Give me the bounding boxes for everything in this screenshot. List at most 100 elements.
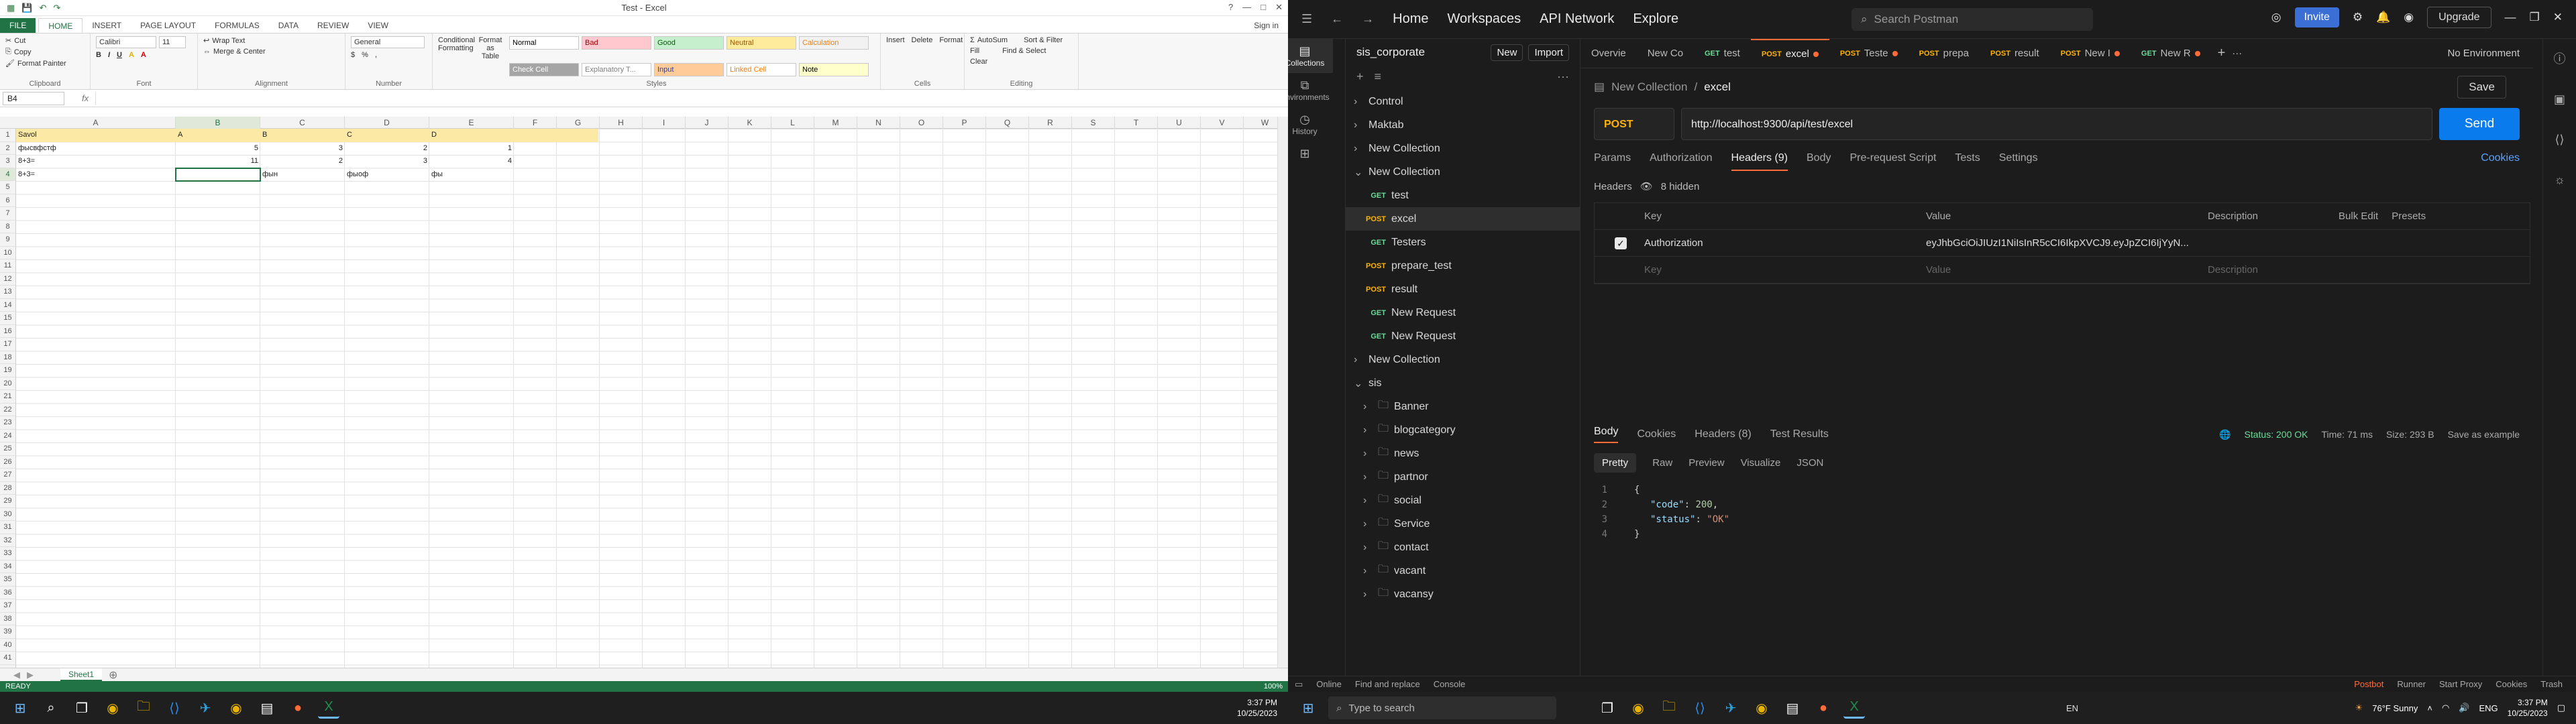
vscode-icon[interactable]: ⟨⟩	[164, 697, 185, 719]
row-header-22[interactable]: 22	[0, 404, 15, 416]
cell-A1[interactable]: Savol	[16, 129, 176, 142]
row-header-35[interactable]: 35	[0, 573, 15, 587]
name-box[interactable]: B4	[3, 91, 64, 105]
chrome-icon[interactable]: ◉	[1627, 697, 1649, 719]
format-tab-visualize[interactable]: Visualize	[1741, 457, 1781, 469]
column-header-L[interactable]: L	[771, 117, 814, 129]
telegram-icon[interactable]: ✈	[1720, 697, 1741, 719]
format-tab-preview[interactable]: Preview	[1688, 457, 1724, 469]
input-lang[interactable]: ENG	[2479, 703, 2498, 713]
tree-folder-new-collection[interactable]: › New Collection	[1346, 348, 1580, 371]
request-tab-3[interactable]: POST excel	[1750, 38, 1829, 68]
insert-button[interactable]: Insert	[886, 36, 905, 86]
more-icon[interactable]: ···	[1557, 70, 1569, 84]
cell-style-7[interactable]: Input	[654, 62, 724, 76]
cell-style-1[interactable]: Bad	[582, 36, 651, 50]
trash-button[interactable]: Trash	[2540, 679, 2563, 689]
response-tab-3[interactable]: Test Results	[1770, 428, 1829, 440]
tree-folder-social[interactable]: › 🗀 social	[1346, 489, 1580, 512]
row-header-8[interactable]: 8	[0, 221, 15, 233]
postman-icon[interactable]: ●	[1813, 697, 1834, 719]
column-header-F[interactable]: F	[514, 117, 557, 129]
telegram-icon[interactable]: ✈	[195, 697, 216, 719]
row-header-10[interactable]: 10	[0, 247, 15, 259]
row-header-33[interactable]: 33	[0, 547, 15, 560]
row-header-16[interactable]: 16	[0, 325, 15, 338]
runner-button[interactable]: Runner	[2397, 679, 2426, 689]
column-header-P[interactable]: P	[943, 117, 986, 129]
zoom-level[interactable]: 100%	[1264, 681, 1283, 692]
format-tab-json[interactable]: JSON	[1796, 457, 1823, 469]
format-as-table-button[interactable]: Format as Table	[477, 36, 504, 86]
task-view-icon[interactable]: ❐	[1597, 697, 1618, 719]
sheet-nav-left-icon[interactable]: ◀	[13, 670, 20, 680]
cell-A4[interactable]: 8+3=	[16, 168, 176, 182]
header-enabled-checkbox[interactable]: ✓	[1615, 237, 1627, 249]
excel-taskbar-icon[interactable]: X	[1843, 697, 1865, 719]
column-header-G[interactable]: G	[557, 117, 600, 129]
cell-style-3[interactable]: Neutral	[727, 36, 796, 50]
conditional-formatting-button[interactable]: Conditional Formatting	[438, 36, 475, 86]
fill-button[interactable]: Fill	[970, 47, 979, 55]
new-tab-icon[interactable]: +	[2211, 46, 2233, 61]
response-tab-1[interactable]: Cookies	[1637, 428, 1676, 440]
merge-center-button[interactable]: ⇔ Merge & Center	[203, 48, 339, 56]
cell-D3[interactable]: 3	[345, 155, 429, 168]
row-header-26[interactable]: 26	[0, 456, 15, 469]
cell-C3[interactable]: 2	[260, 155, 345, 168]
req-tab-2[interactable]: Headers (9)	[1731, 152, 1788, 171]
send-button[interactable]: Send	[2439, 108, 2520, 140]
request-tab-2[interactable]: GET test	[1694, 39, 1751, 68]
tree-folder-blogcategory[interactable]: › 🗀 blogcategory	[1346, 418, 1580, 442]
sidebar-toggle-icon[interactable]: ▭	[1295, 679, 1303, 690]
bold-button[interactable]: B	[96, 51, 101, 59]
tree-folder-service[interactable]: › 🗀 Service	[1346, 512, 1580, 536]
fx-icon[interactable]: fx	[82, 93, 89, 103]
request-tab-0[interactable]: Overvie	[1580, 39, 1637, 68]
column-header-B[interactable]: B	[176, 117, 260, 129]
row-header-13[interactable]: 13	[0, 286, 15, 299]
row-header-38[interactable]: 38	[0, 613, 15, 625]
add-icon[interactable]: +	[1356, 70, 1364, 84]
breadcrumb-request[interactable]: excel	[1704, 80, 1731, 94]
row-header-32[interactable]: 32	[0, 534, 15, 547]
bulb-icon[interactable]: ☼	[2543, 160, 2576, 200]
redo-icon[interactable]: ↷	[53, 3, 60, 13]
sheet-nav-right-icon[interactable]: ▶	[27, 670, 34, 680]
ribbon-tab-home[interactable]: HOME	[38, 18, 83, 33]
column-header-D[interactable]: D	[345, 117, 429, 129]
column-header-H[interactable]: H	[600, 117, 643, 129]
wrap-text-button[interactable]: ↩ Wrap Text	[203, 36, 339, 46]
taskbar-search[interactable]: ⌕ Type to search	[1328, 697, 1556, 719]
vertical-scrollbar[interactable]	[1277, 117, 1288, 668]
close-icon[interactable]: ✕	[2553, 11, 2563, 24]
code-icon[interactable]: ⟨⟩	[2543, 119, 2576, 160]
tree-request-excel[interactable]: POST excel	[1346, 207, 1580, 231]
left-clock[interactable]: 3:37 PM 10/25/2023	[1237, 697, 1277, 719]
formula-input[interactable]	[95, 91, 1288, 105]
row-header-19[interactable]: 19	[0, 364, 15, 377]
language-indicator[interactable]: EN	[2066, 703, 2078, 713]
cell-style-4[interactable]: Calculation	[799, 36, 869, 50]
row-header-36[interactable]: 36	[0, 587, 15, 599]
upgrade-button[interactable]: Upgrade	[2427, 7, 2491, 28]
save-button[interactable]: Save	[2457, 76, 2506, 99]
tabs-more-icon[interactable]: ···	[2232, 48, 2242, 59]
nav-api-network[interactable]: API Network	[1540, 11, 1614, 27]
cell-C2[interactable]: 3	[260, 142, 345, 156]
row-header-28[interactable]: 28	[0, 482, 15, 495]
req-tab-1[interactable]: Authorization	[1650, 152, 1712, 164]
italic-button[interactable]: I	[108, 51, 110, 59]
cell-E1[interactable]: D	[429, 129, 514, 142]
response-tab-2[interactable]: Headers (8)	[1695, 428, 1751, 440]
nav-explore[interactable]: Explore	[1633, 11, 1678, 27]
copy-button[interactable]: ⎘ Copy	[5, 48, 85, 56]
bulk-edit-button[interactable]: Bulk Edit	[2339, 210, 2378, 222]
postman-search[interactable]: ⌕ Search Postman	[1851, 8, 2093, 31]
windows-start-icon[interactable]: ⊞	[9, 697, 31, 719]
row-header-17[interactable]: 17	[0, 338, 15, 351]
rail-environments[interactable]: ⧉Environments	[1288, 73, 1333, 107]
avatar[interactable]: ◉	[2404, 11, 2414, 24]
column-header-Q[interactable]: Q	[986, 117, 1029, 129]
cell-style-9[interactable]: Note	[799, 62, 869, 76]
